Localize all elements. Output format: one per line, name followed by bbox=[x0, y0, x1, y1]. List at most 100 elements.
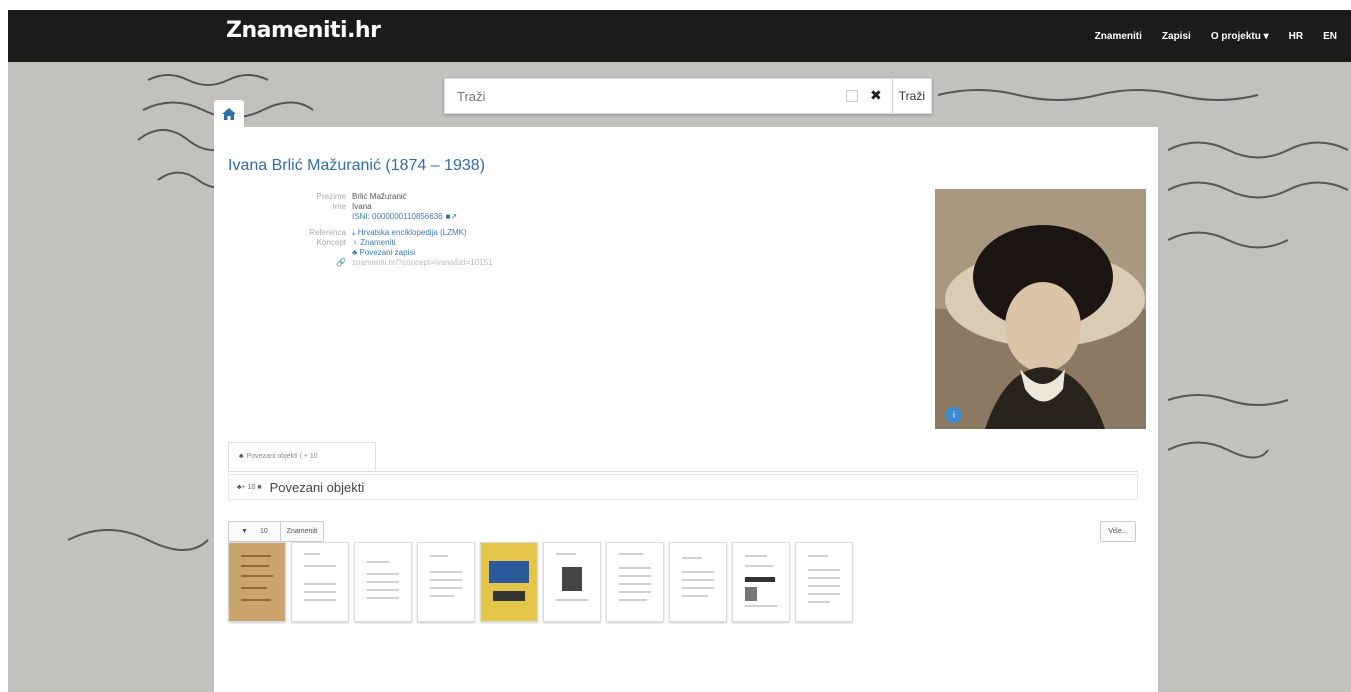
nav-item-zapisi[interactable]: Zapisi bbox=[1162, 31, 1191, 42]
main-panel: Ivana Brlić Mažuranić (1874 – 1938) Prez… bbox=[214, 127, 1158, 692]
thumb-line bbox=[430, 595, 454, 597]
sitemap-icon: ♣ bbox=[239, 453, 244, 460]
thumb-photo bbox=[745, 587, 757, 601]
thumb-line bbox=[430, 579, 462, 581]
thumbnail[interactable] bbox=[354, 542, 412, 622]
nav-item-znameniti[interactable]: Znameniti bbox=[1095, 31, 1142, 42]
person-metadata: Prezime Brlić Mažuranić Ime Ivana ISNI: 00… bbox=[228, 192, 548, 268]
search-options-icon[interactable] bbox=[846, 90, 859, 102]
meta-row: Koncept ♀ Znameniti bbox=[228, 238, 548, 248]
meta-row: ISNI: 0000000110856636 ■↗ bbox=[228, 212, 548, 222]
thumbnail[interactable] bbox=[732, 542, 790, 622]
search-button[interactable]: Traži bbox=[891, 79, 931, 113]
thumb-line bbox=[682, 579, 714, 581]
tabs-bar: ♣ Povezani objekti ( + 10 bbox=[228, 442, 1138, 472]
tab-related-objects[interactable]: ♣ Povezani objekti ( + 10 bbox=[228, 442, 376, 471]
thumb-line bbox=[619, 591, 651, 593]
thumb-line bbox=[556, 599, 588, 601]
tab-label: Povezani objekti ( + 10 bbox=[246, 453, 318, 460]
thumb-bar bbox=[745, 577, 775, 582]
meta-label bbox=[228, 248, 352, 258]
top-navbar: Znameniti.hr Znameniti Zapisi O projektu… bbox=[8, 10, 1351, 62]
thumb-line bbox=[430, 587, 462, 589]
thumb-cover-title bbox=[493, 591, 525, 601]
permalink-icon: 🔗 bbox=[336, 258, 346, 267]
filter-count-button[interactable]: ▼ 10 bbox=[229, 528, 280, 535]
thumb-line bbox=[745, 605, 777, 607]
search-bar: ✖ Traži bbox=[444, 78, 932, 114]
meta-value: Brlić Mažuranić bbox=[352, 192, 407, 201]
thumb-line bbox=[367, 573, 399, 575]
thumbnail[interactable] bbox=[669, 542, 727, 622]
nav-item-en[interactable]: EN bbox=[1323, 31, 1337, 42]
thumbnail[interactable] bbox=[543, 542, 601, 622]
thumbnail[interactable] bbox=[795, 542, 853, 622]
caret-down-icon: ▾ bbox=[1260, 30, 1269, 42]
section-toggle[interactable]: ♣+ 10 ■ bbox=[229, 484, 270, 491]
thumb-line bbox=[619, 599, 647, 601]
thumb-line bbox=[241, 575, 273, 577]
nav-item-hr[interactable]: HR bbox=[1289, 31, 1303, 42]
thumb-line bbox=[808, 569, 840, 571]
filter-count: 10 bbox=[259, 528, 268, 535]
filter-group: ▼ 10 Znameniti bbox=[228, 521, 325, 542]
thumb-line bbox=[241, 565, 269, 567]
concept-link[interactable]: ♀ Znameniti bbox=[352, 238, 395, 248]
meta-row: 🔗 znameniti.hr/?concept=ivana&id=10151 bbox=[228, 258, 548, 268]
meta-label: Koncept bbox=[316, 238, 346, 247]
reference-link[interactable]: ⤓ Hrvatska enciklopedija (LZMK) bbox=[352, 228, 467, 238]
thumb-line bbox=[241, 587, 267, 589]
thumb-line bbox=[241, 599, 271, 601]
page-title: Ivana Brlić Mažuranić (1874 – 1938) bbox=[228, 157, 486, 174]
meta-row: Referenca ⤓ Hrvatska enciklopedija (LZMK) bbox=[228, 228, 548, 238]
meta-row: Prezime Brlić Mažuranić bbox=[228, 192, 548, 202]
thumb-line bbox=[367, 597, 399, 599]
permalink-text[interactable]: znameniti.hr/?concept=ivana&id=10151 bbox=[352, 258, 493, 268]
related-records-link[interactable]: ♣ Povezani zapisi bbox=[352, 248, 415, 258]
tab-divider bbox=[228, 471, 1138, 472]
meta-row: Ime Ivana bbox=[228, 202, 548, 212]
meta-row: ♣ Povezani zapisi bbox=[228, 248, 548, 258]
thumbnail[interactable] bbox=[480, 542, 538, 622]
thumb-line bbox=[682, 595, 708, 597]
person-icon: ♀ bbox=[352, 238, 361, 247]
home-tab[interactable] bbox=[214, 100, 244, 127]
related-records-text: Povezani zapisi bbox=[359, 248, 416, 257]
thumb-line bbox=[682, 587, 714, 589]
home-icon bbox=[222, 107, 236, 120]
reference-text: Hrvatska enciklopedija (LZMK) bbox=[357, 228, 467, 237]
thumbnail[interactable] bbox=[291, 542, 349, 622]
thumb-line bbox=[808, 555, 828, 557]
meta-label: Ime bbox=[332, 202, 346, 211]
thumb-line bbox=[808, 577, 840, 579]
thumbnail[interactable] bbox=[228, 542, 286, 622]
thumb-line bbox=[556, 553, 576, 555]
more-button[interactable]: Više... bbox=[1100, 521, 1136, 542]
thumb-photo bbox=[562, 567, 582, 591]
nav-item-o-projektu[interactable]: O projektu ▾ bbox=[1211, 31, 1269, 42]
thumb-line bbox=[682, 571, 714, 573]
thumb-line bbox=[304, 591, 336, 593]
site-logo[interactable]: Znameniti.hr bbox=[226, 18, 381, 43]
thumb-line bbox=[430, 555, 448, 557]
thumbnail-strip bbox=[228, 542, 853, 622]
section-title: Povezani objekti bbox=[269, 479, 365, 495]
thumb-line bbox=[745, 565, 773, 567]
clear-search-icon[interactable]: ✖ bbox=[870, 88, 882, 104]
thumb-line bbox=[808, 593, 840, 595]
thumb-line bbox=[241, 555, 271, 557]
person-portrait[interactable]: i bbox=[935, 189, 1146, 429]
thumb-line bbox=[682, 557, 702, 559]
thumbnail[interactable] bbox=[606, 542, 664, 622]
thumb-line bbox=[304, 583, 336, 585]
isni-link[interactable]: ISNI: 0000000110856636 bbox=[352, 212, 443, 222]
meta-label: Prezime bbox=[316, 192, 346, 201]
thumbnail[interactable] bbox=[417, 542, 475, 622]
thumb-line bbox=[367, 561, 389, 563]
search-input[interactable] bbox=[445, 81, 847, 111]
filter-label-button[interactable]: Znameniti bbox=[281, 528, 324, 535]
external-link-icon[interactable]: ■↗ bbox=[446, 212, 458, 222]
thumb-line bbox=[304, 565, 336, 567]
meta-label bbox=[228, 212, 352, 222]
thumb-line bbox=[304, 599, 336, 601]
